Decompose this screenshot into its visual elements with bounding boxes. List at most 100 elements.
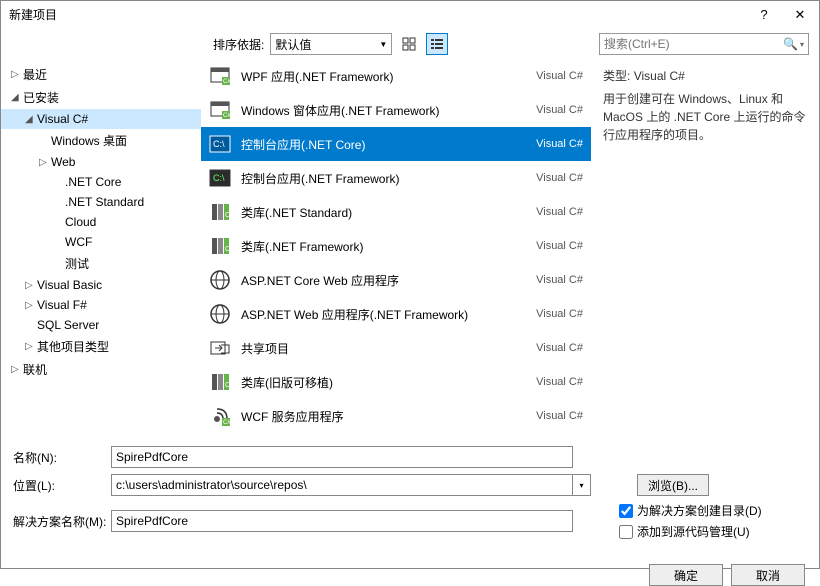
solution-input[interactable] [111, 510, 573, 532]
tree-item-label: Web [51, 155, 75, 169]
template-lang: Visual C# [536, 240, 583, 252]
tree-item[interactable]: Cloud [1, 212, 201, 232]
create-dir-checkbox[interactable] [619, 504, 633, 518]
tree-item[interactable]: ▷最近 [1, 63, 201, 86]
tree-item[interactable]: ▷Visual F# [1, 295, 201, 315]
template-row[interactable]: ASP.NET Core Web 应用程序 Visual C# [201, 263, 591, 297]
detail-description: 用于创建可在 Windows、Linux 和 MacOS 上的 .NET Cor… [603, 90, 807, 144]
tree-arrow-icon: ◢ [25, 114, 37, 125]
template-row[interactable]: C:\控制台应用(.NET Core)Visual C# [201, 127, 591, 161]
detail-panel: 类型: Visual C# 用于创建可在 Windows、Linux 和 Mac… [591, 59, 819, 437]
template-lang: Visual C# [536, 206, 583, 218]
tree-item-label: 测试 [65, 255, 89, 272]
tree-item[interactable]: ◢Visual C# [1, 109, 201, 129]
tree-item[interactable]: WCF [1, 232, 201, 252]
tree-arrow-icon: ▷ [11, 364, 23, 375]
tree-item[interactable]: .NET Core [1, 172, 201, 192]
template-name: 类库(.NET Framework) [241, 238, 526, 255]
template-name: 控制台应用(.NET Core) [241, 136, 526, 153]
tree-item-label: Cloud [65, 215, 96, 229]
view-medium-icons-button[interactable] [398, 33, 420, 55]
tree-arrow-icon: ▷ [25, 300, 37, 311]
template-name: 共享项目 [241, 340, 526, 357]
tree-arrow-icon: ◢ [11, 92, 23, 103]
template-icon: C# [209, 99, 231, 121]
search-input[interactable] [604, 37, 783, 51]
main-area: ▷最近◢已安装◢Visual C#Windows 桌面▷Web.NET Core… [1, 59, 819, 437]
view-list-button[interactable] [426, 33, 448, 55]
template-lang: Visual C# [536, 308, 583, 320]
browse-button[interactable]: 浏览(B)... [637, 474, 709, 496]
location-input[interactable] [111, 474, 573, 496]
template-lang: Visual C# [536, 376, 583, 388]
cancel-button[interactable]: 取消 [731, 564, 805, 586]
template-icon: C:\ [209, 133, 231, 155]
ok-button[interactable]: 确定 [649, 564, 723, 586]
search-box[interactable]: 🔍 ▾ [599, 33, 809, 55]
tree-item-label: Visual F# [37, 298, 87, 312]
location-dropdown-button[interactable]: ▾ [573, 474, 591, 496]
help-button[interactable]: ? [753, 4, 775, 26]
svg-text:C:\: C:\ [213, 173, 225, 183]
tree-item-label: SQL Server [37, 318, 99, 332]
template-name: 类库(旧版可移植) [241, 374, 526, 391]
tree-item[interactable]: ▷其他项目类型 [1, 335, 201, 358]
template-row[interactable]: Azure FunctionsVisual C# [201, 433, 591, 437]
tree-item-label: .NET Core [65, 175, 121, 189]
sort-dropdown[interactable]: 默认值 ▼ [270, 33, 392, 55]
tree-item[interactable]: ▷Visual Basic [1, 275, 201, 295]
template-row[interactable]: C# WPF 应用(.NET Framework) Visual C# [201, 59, 591, 93]
tree-item[interactable]: ▷联机 [1, 358, 201, 381]
create-dir-checkbox-row[interactable]: 为解决方案创建目录(D) [619, 502, 762, 519]
svg-text:C#: C# [223, 79, 231, 85]
tree-item[interactable]: ◢已安装 [1, 86, 201, 109]
tree-item[interactable]: SQL Server [1, 315, 201, 335]
template-lang: Visual C# [536, 274, 583, 286]
svg-text:C#: C# [225, 382, 231, 389]
sidebar: ▷最近◢已安装◢Visual C#Windows 桌面▷Web.NET Core… [1, 59, 201, 437]
template-row[interactable]: C:\控制台应用(.NET Framework)Visual C# [201, 161, 591, 195]
template-icon [209, 337, 231, 359]
tree-arrow-icon: ▷ [25, 341, 37, 352]
template-row[interactable]: ASP.NET Web 应用程序(.NET Framework)Visual C… [201, 297, 591, 331]
tree-item[interactable]: .NET Standard [1, 192, 201, 212]
source-control-label: 添加到源代码管理(U) [637, 523, 750, 540]
search-dropdown-icon[interactable]: ▾ [800, 40, 804, 49]
svg-text:C#: C# [223, 420, 231, 426]
template-row[interactable]: C#类库(.NET Standard)Visual C# [201, 195, 591, 229]
detail-type: 类型: Visual C# [603, 67, 807, 84]
source-control-checkbox-row[interactable]: 添加到源代码管理(U) [619, 523, 762, 540]
template-lang: Visual C# [536, 104, 583, 116]
source-control-checkbox[interactable] [619, 525, 633, 539]
template-row[interactable]: C# 类库(旧版可移植) Visual C# [201, 365, 591, 399]
tree-item[interactable]: Windows 桌面 [1, 129, 201, 152]
template-row[interactable]: C#WCF 服务应用程序Visual C# [201, 399, 591, 433]
close-button[interactable]: ✕ [789, 4, 811, 26]
name-input[interactable] [111, 446, 573, 468]
template-lang: Visual C# [536, 70, 583, 82]
template-name: WPF 应用(.NET Framework) [241, 68, 526, 85]
template-icon: C# [209, 405, 231, 427]
template-icon: C# [209, 201, 231, 223]
template-list[interactable]: C# WPF 应用(.NET Framework) Visual C# C# Windo… [201, 59, 591, 437]
search-icon: 🔍 [783, 37, 798, 51]
svg-text:C#: C# [223, 113, 231, 119]
tree-item-label: WCF [65, 235, 92, 249]
tree-item[interactable]: 测试 [1, 252, 201, 275]
template-row[interactable]: 共享项目 Visual C# [201, 331, 591, 365]
form-area: 名称(N): 位置(L): ▾ 浏览(B)... 解决方案名称(M): 为解决方… [1, 437, 819, 554]
template-row[interactable]: C#类库(.NET Framework)Visual C# [201, 229, 591, 263]
template-lang: Visual C# [536, 410, 583, 422]
tree-item-label: 最近 [23, 66, 47, 83]
footer: 确定 取消 [1, 554, 819, 586]
tree-arrow-icon: ▷ [25, 280, 37, 291]
template-lang: Visual C# [536, 342, 583, 354]
chevron-down-icon: ▼ [379, 40, 387, 49]
tree-item[interactable]: ▷Web [1, 152, 201, 172]
template-icon: C# [209, 371, 231, 393]
template-row[interactable]: C# Windows 窗体应用(.NET Framework) Visual C# [201, 93, 591, 127]
template-name: Windows 窗体应用(.NET Framework) [241, 102, 526, 119]
sort-value: 默认值 [275, 36, 311, 53]
template-name: ASP.NET Core Web 应用程序 [241, 272, 526, 289]
svg-text:C#: C# [225, 212, 231, 219]
